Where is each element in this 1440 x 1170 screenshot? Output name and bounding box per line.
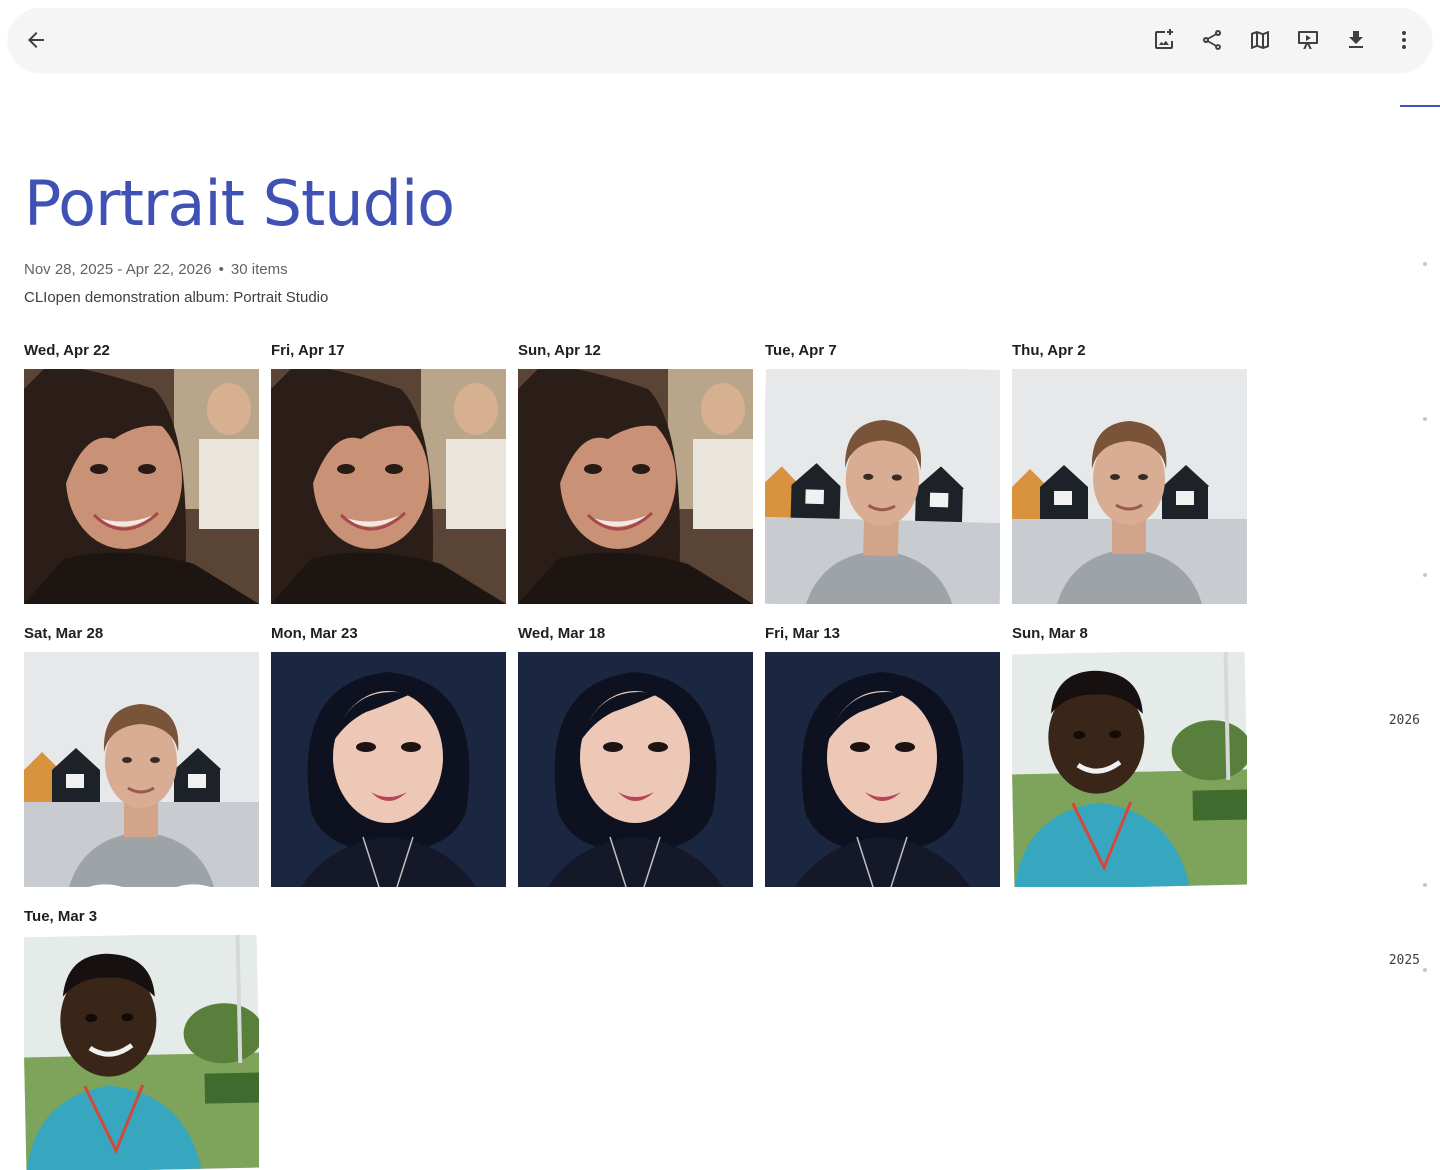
album-item-count: 30 items [230,261,288,278]
portrait-image [765,369,1000,604]
album-date-range: Nov 28, 2025 - Apr 22, 2026 [24,261,212,278]
photo-thumbnail[interactable] [765,652,1000,887]
timeline-year-2026[interactable]: 2026 [1389,713,1420,728]
photo-date-label: Tue, Apr 7 [765,342,837,359]
portrait-image [518,652,753,887]
photo-tile[interactable]: Wed, Mar 18 [518,621,753,887]
photo-date-label: Fri, Apr 17 [271,342,345,359]
photo-tile[interactable]: Sun, Apr 12 [518,338,753,604]
photo-date-label: Sun, Mar 8 [1012,625,1088,642]
favorite-heart-icon[interactable] [32,855,211,887]
photo-thumbnail[interactable] [24,652,259,887]
portrait-image [765,652,1000,887]
portrait-image [24,652,259,887]
download-icon [1349,31,1363,48]
photo-tile[interactable]: Thu, Apr 2 [1012,338,1247,604]
photo-date-label: Wed, Mar 18 [518,625,606,642]
timeline-year-2025[interactable]: 2025 [1389,953,1420,968]
portrait-image [24,935,259,1170]
photo-tile[interactable]: Tue, Mar 3 [24,904,259,1170]
timeline-tick [1423,262,1427,266]
timeline-tick [1423,417,1427,421]
photo-date-label: Mon, Mar 23 [271,625,358,642]
portrait-image [24,369,259,604]
photo-date-label: Wed, Apr 22 [24,342,110,359]
photo-tile[interactable]: Fri, Mar 13 [765,621,1000,887]
portrait-image [271,369,506,604]
slideshow-icon [1298,31,1318,49]
download-button[interactable] [1332,16,1380,64]
scroll-position-indicator [1400,105,1440,107]
photo-tile[interactable]: Fri, Apr 17 [271,338,506,604]
portrait-image [1012,369,1247,604]
more-options-icon [1402,31,1406,49]
photo-thumbnail[interactable] [271,369,506,604]
album-meta: Nov 28, 2025 - Apr 22, 2026 • 30 items [24,261,288,279]
photo-tile[interactable]: Sun, Mar 8 [1012,621,1247,887]
album-title[interactable]: Portrait Studio [24,166,455,242]
back-button[interactable] [12,16,60,64]
photo-thumbnail[interactable] [765,369,1000,604]
photo-date-label: Tue, Mar 3 [24,908,98,925]
photo-tile[interactable]: Tue, Apr 7 [765,338,1000,604]
arrow-back-icon [28,32,44,48]
photo-thumbnail[interactable] [518,369,753,604]
map-icon [1251,31,1269,49]
photo-date-label: Fri, Mar 13 [765,625,841,642]
map-button[interactable] [1236,16,1284,64]
more-options-button[interactable] [1380,16,1428,64]
photo-thumbnail[interactable] [24,369,259,604]
photo-date-label: Sun, Apr 12 [518,342,601,359]
portrait-image [518,369,753,604]
timeline-tick [1423,968,1427,972]
timeline-tick [1423,883,1427,887]
photo-thumbnail[interactable] [271,652,506,887]
photo-tile[interactable]: Wed, Apr 22 [24,338,259,604]
add-photos-icon [1155,29,1173,49]
timeline-tick [1423,573,1427,577]
photo-date-label: Sat, Mar 28 [24,625,104,642]
photo-tile[interactable]: Mon, Mar 23 [271,621,506,887]
album-description[interactable]: CLIopen demonstration album: Portrait St… [24,289,328,307]
share-button[interactable] [1188,16,1236,64]
photo-thumbnail[interactable] [1012,652,1247,887]
add-photos-button[interactable] [1140,16,1188,64]
share-icon [1203,29,1222,50]
meta-separator: • [218,261,224,278]
photo-date-label: Thu, Apr 2 [1012,342,1086,359]
slideshow-button[interactable] [1284,16,1332,64]
top-app-bar [8,8,1432,72]
photo-thumbnail[interactable] [24,935,259,1170]
photo-tile[interactable]: Sat, Mar 28 [24,621,259,887]
portrait-image [1012,652,1247,887]
portrait-image [271,652,506,887]
photo-thumbnail[interactable] [518,652,753,887]
photo-thumbnail[interactable] [1012,369,1247,604]
